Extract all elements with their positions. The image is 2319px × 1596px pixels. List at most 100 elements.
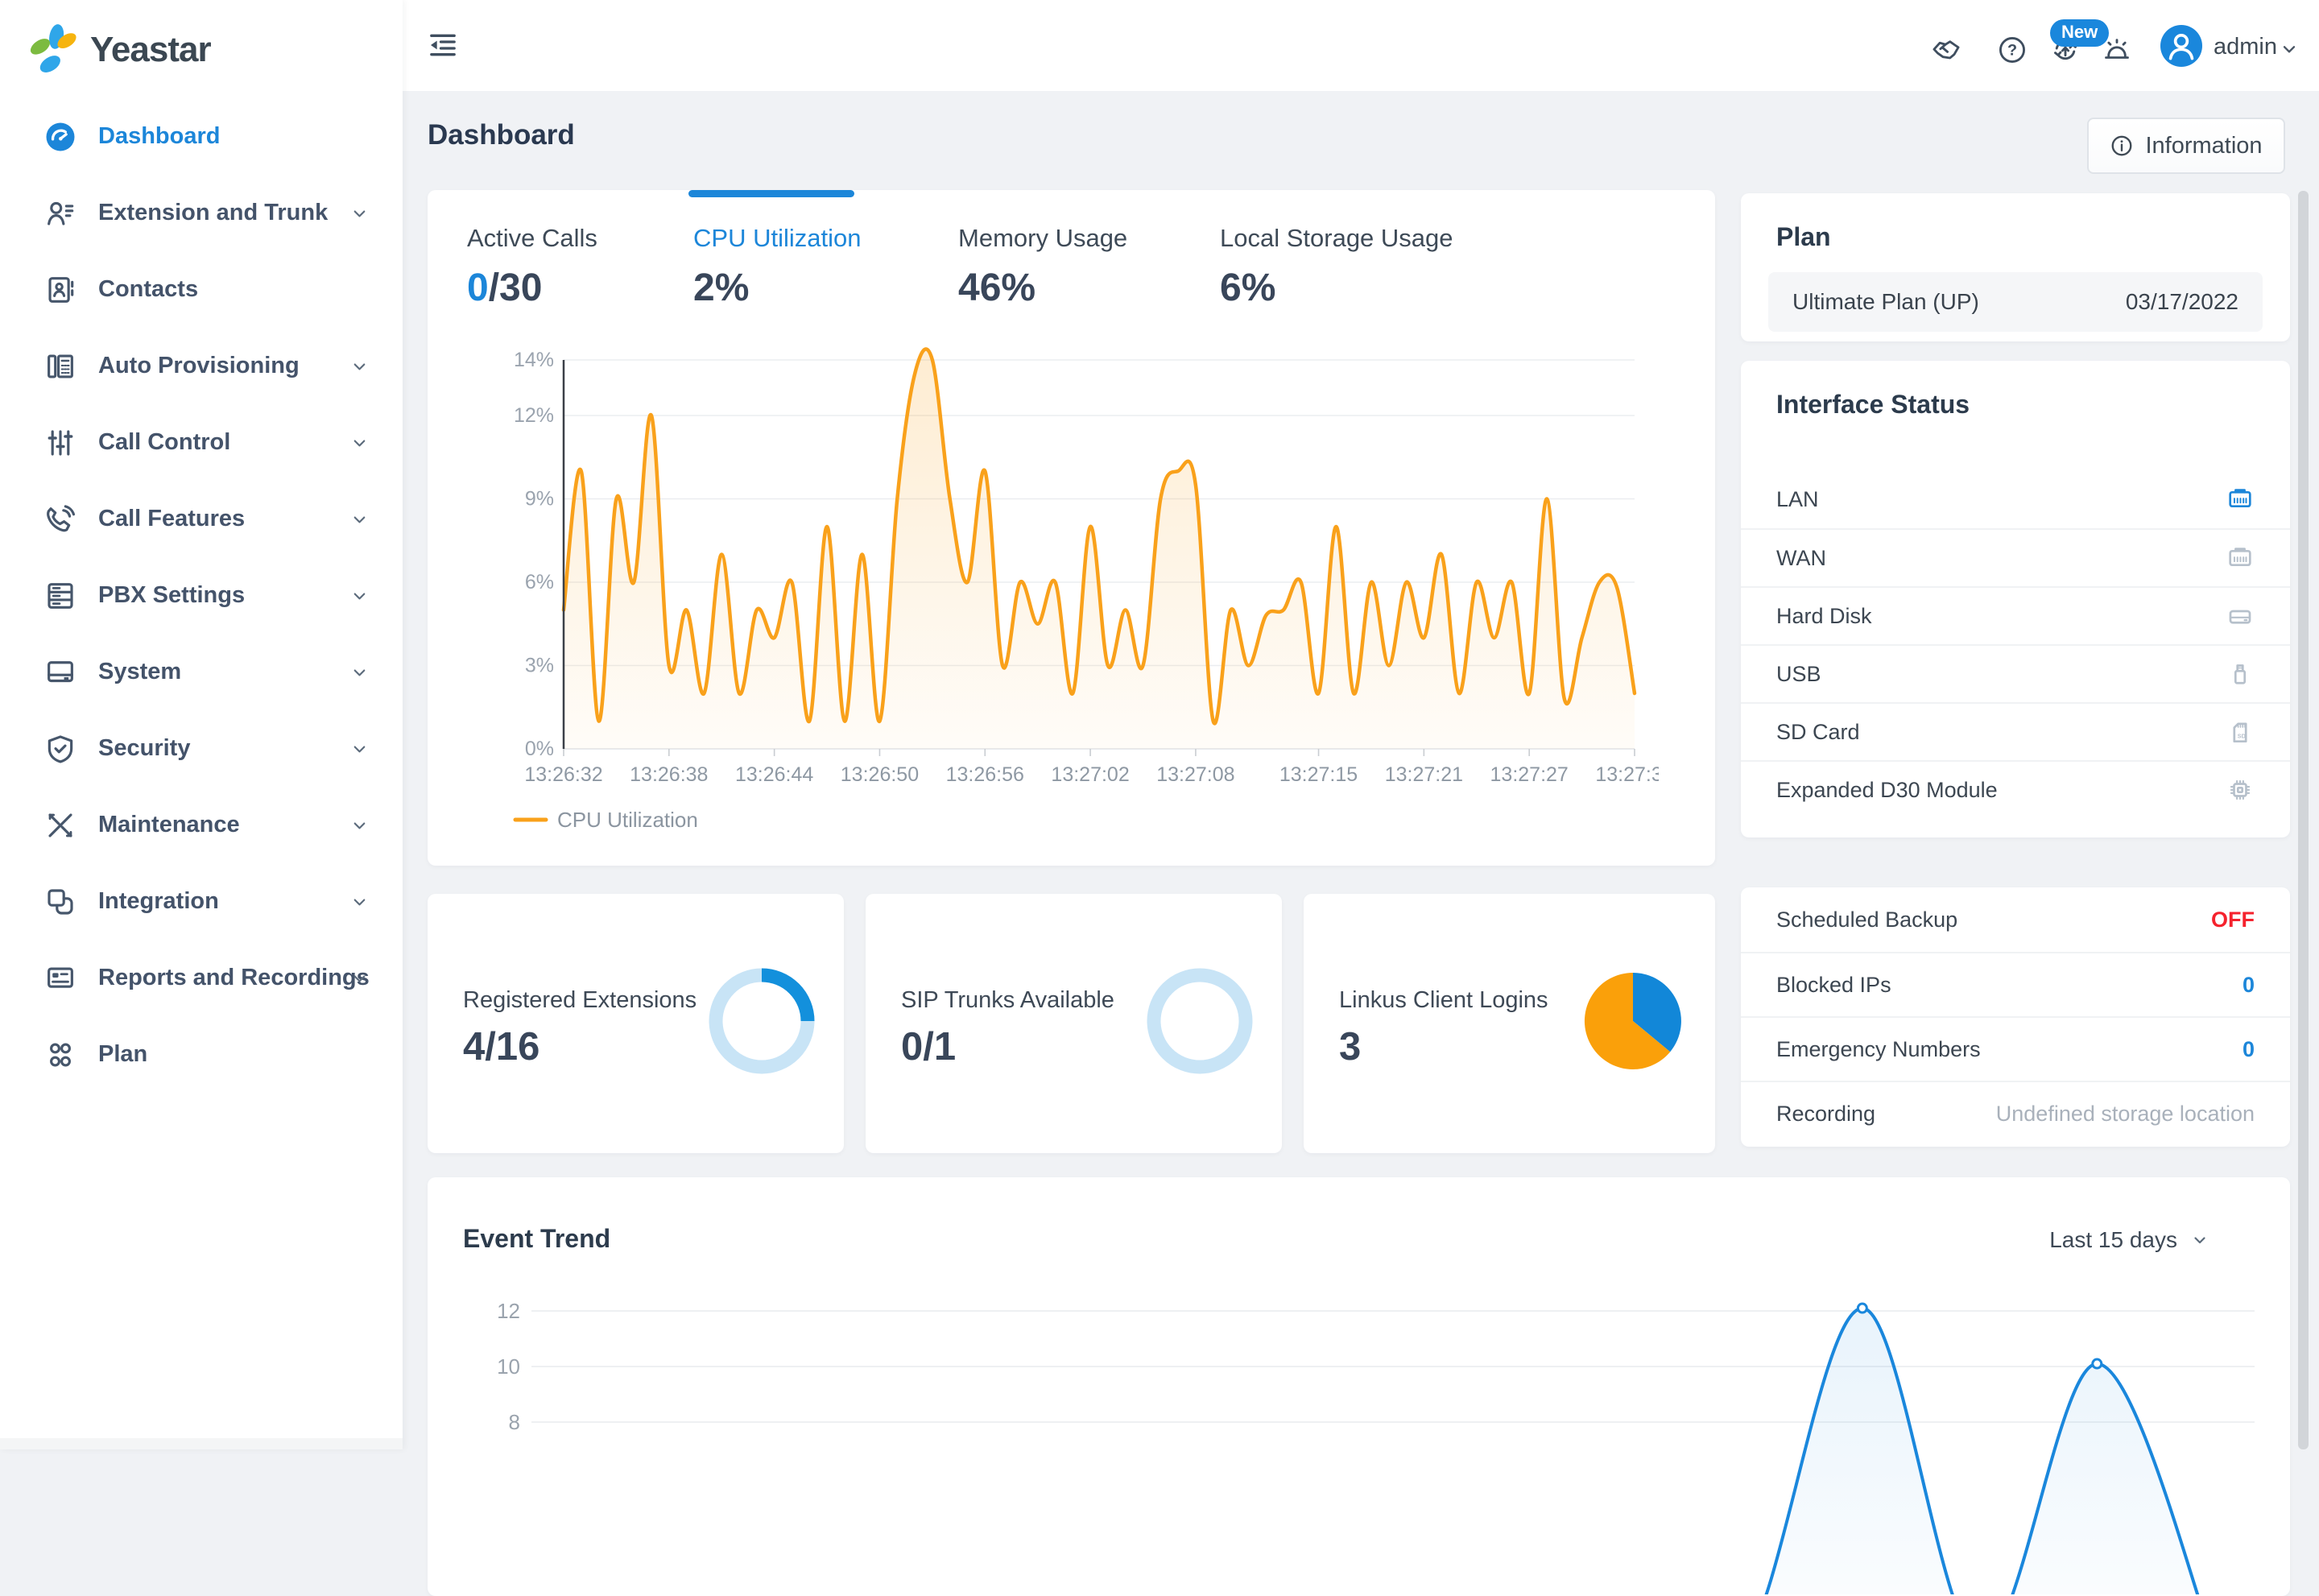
sidebar-item-integration[interactable]: Integration [0,863,403,940]
avatar[interactable] [2160,25,2202,67]
sidebar-item-dashboard[interactable]: Dashboard [0,98,403,175]
interface-row-usb: USB [1741,644,2290,702]
status-value: Undefined storage location [1995,1101,2255,1126]
usb-icon [2226,659,2255,688]
interface-row-wan: WAN [1741,528,2290,586]
svg-text:3%: 3% [525,655,554,677]
svg-text:9%: 9% [525,488,554,511]
sidebar-item-auto-provisioning[interactable]: Auto Provisioning [0,328,403,404]
sidebar-item-call-control[interactable]: Call Control [0,404,403,481]
extension-icon [43,196,77,230]
callfeatures-icon [43,502,77,536]
partner-handshake-icon[interactable] [1931,35,1961,65]
yeastar-logo: Yeastar [29,23,212,77]
sidebar-collapse-button[interactable] [427,29,459,61]
event-trend-card: Event Trend Last 15 days 12 10 8 [428,1177,2290,1596]
information-button[interactable]: Information [2087,118,2285,174]
tab-local-storage-usage[interactable]: Local Storage Usage 6% [1220,224,1453,310]
sdcard-icon: SD [2226,717,2255,746]
yeastar-logo-icon [30,24,76,72]
topbar: ? New admin [403,0,2319,91]
tab-value: 6% [1220,267,1276,309]
svg-text:14%: 14% [514,349,554,371]
provisioning-icon [43,349,77,383]
sidebar-item-system[interactable]: System [0,634,403,710]
callcontrol-icon [43,426,77,460]
event-range-dropdown[interactable]: Last 15 days [2049,1227,2209,1253]
status-value[interactable]: 0 [2243,973,2255,998]
chevron-down-icon [350,816,369,834]
sidebar-item-reports-and-recordings[interactable]: Reports and Recordings [0,940,403,1016]
svg-text:6%: 6% [525,571,554,593]
active-tab-indicator [688,190,854,197]
system-icon [43,655,77,689]
svg-text:13:27:02: 13:27:02 [1051,763,1129,786]
chevron-down-icon [350,433,369,452]
event-trend-title: Event Trend [463,1224,611,1253]
interface-row-lan: LAN [1741,470,2290,528]
maintenance-icon [43,808,77,842]
cpu-utilization-chart: 0% 3% 6% 9% 12% 14% 13:26:32 13:26:38 13:26:44 13… [451,346,1659,854]
svg-text:12: 12 [497,1299,520,1323]
information-button-label: Information [2145,132,2263,159]
tab-cpu-utilization[interactable]: CPU Utilization 2% [693,224,861,310]
svg-text:13:26:56: 13:26:56 [946,763,1024,786]
sidebar-item-extension-and-trunk[interactable]: Extension and Trunk [0,175,403,251]
sidebar-item-plan[interactable]: Plan [0,1016,403,1093]
mini-card-registered-extensions: Registered Extensions 4/16 [428,894,844,1153]
svg-text:12%: 12% [514,404,554,427]
interface-row-sd-card: SD Card SD [1741,702,2290,760]
help-icon[interactable]: ? [1997,35,2028,65]
svg-text:13:27:33: 13:27:33 [1595,763,1659,786]
sidebar-nav: Dashboard Extension and Trunk Contacts A… [0,98,403,1093]
sidebar-item-contacts[interactable]: Contacts [0,251,403,328]
chevron-down-icon [350,969,369,987]
tab-value: 0/30 [467,267,543,309]
status-value[interactable]: 0 [2243,1037,2255,1062]
plan-icon [43,1038,77,1072]
sidebar-item-call-features[interactable]: Call Features [0,481,403,557]
tab-value: 46% [958,267,1036,309]
status-row-scheduled-backup: Scheduled Backup OFF [1776,907,2255,932]
svg-text:13:26:32: 13:26:32 [524,763,602,786]
interface-status-card: Interface Status LAN WAN Hard Disk USB S… [1741,361,2290,837]
security-icon [43,732,77,766]
plan-title: Plan [1776,222,1831,251]
svg-text:13:26:44: 13:26:44 [735,763,813,786]
interface-row-hard-disk: Hard Disk [1741,586,2290,644]
mini-card-sip-trunks-available: SIP Trunks Available 0/1 [866,894,1282,1153]
ethernet-icon [2226,544,2255,573]
tab-memory-usage[interactable]: Memory Usage 46% [958,224,1127,310]
status-value: OFF [2211,907,2255,932]
chevron-down-icon [2190,1230,2209,1250]
event-range-label: Last 15 days [2049,1227,2177,1252]
svg-text:13:27:15: 13:27:15 [1279,763,1358,786]
svg-text:13:27:08: 13:27:08 [1156,763,1234,786]
interface-status-rows: LAN WAN Hard Disk USB SD Card SD Expanded… [1741,470,2290,818]
new-badge: New [2050,19,2110,47]
chevron-down-icon [350,357,369,375]
svg-text:SD: SD [2238,733,2246,740]
dashboard-icon [43,120,77,154]
plan-name: Ultimate Plan (UP) [1792,289,1979,314]
sidebar-item-maintenance[interactable]: Maintenance [0,787,403,863]
mini-card-linkus-client-logins: Linkus Client Logins 3 [1304,894,1715,1153]
logo-text: Yeastar [90,30,212,69]
svg-text:CPU Utilization: CPU Utilization [557,808,698,832]
chevron-down-icon [2279,39,2300,60]
sidebar-item-pbx-settings[interactable]: PBX Settings [0,557,403,634]
stats-card: Active Calls 0/30 CPU Utilization 2% Memor… [428,190,1715,866]
status-row-recording: Recording Undefined storage location [1741,1081,2290,1145]
page-scrollbar[interactable] [2298,191,2309,1449]
tab-value: 2% [693,267,750,309]
account-menu[interactable]: admin [2214,34,2277,60]
sidebar-item-security[interactable]: Security [0,710,403,787]
tab-active-calls[interactable]: Active Calls 0/30 [467,224,597,310]
page-title: Dashboard [428,119,575,151]
svg-text:13:27:21: 13:27:21 [1385,763,1463,786]
sidebar-scrollbar[interactable] [0,1438,403,1449]
chevron-down-icon [350,739,369,758]
event-trend-chart: 12 10 8 [451,1256,2295,1594]
interface-status-title: Interface Status [1776,390,1970,419]
harddisk-icon [2226,602,2255,631]
